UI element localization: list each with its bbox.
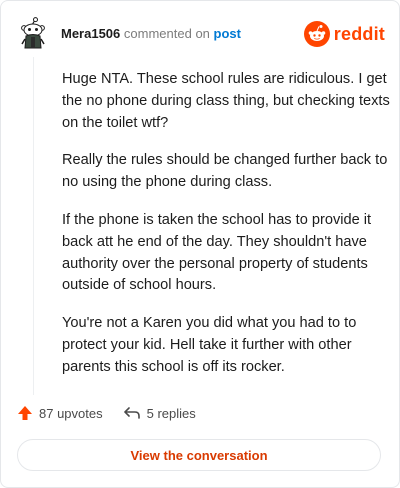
snoo-avatar-icon[interactable] — [17, 17, 49, 49]
reddit-brand[interactable]: reddit — [303, 21, 385, 47]
reply-label: 5 replies — [146, 405, 196, 421]
username[interactable]: Mera1506 — [61, 26, 120, 41]
action-text: commented on — [123, 26, 210, 41]
comment-body: Huge NTA. These school rules are ridicul… — [62, 69, 394, 395]
thread-line[interactable] — [33, 57, 34, 395]
upvote-count[interactable]: 87 upvotes — [17, 405, 103, 421]
upvote-arrow-icon — [18, 406, 32, 420]
reply-count[interactable]: 5 replies — [123, 405, 196, 421]
comment-card: Mera1506 commented on post reddit Huge N… — [0, 0, 400, 488]
comment-paragraph: Really the rules should be changed furth… — [62, 152, 388, 191]
comment-paragraph: If the phone is taken the school has to … — [62, 211, 372, 294]
upvote-label: 87 upvotes — [39, 405, 103, 421]
comment-footer: 87 upvotes 5 replies — [17, 405, 196, 421]
view-conversation-button[interactable]: View the conversation — [17, 439, 381, 471]
reply-arrow-icon — [123, 407, 140, 419]
comment-header: Mera1506 commented on post — [61, 26, 241, 42]
post-link[interactable]: post — [214, 26, 241, 41]
comment-paragraph: Huge NTA. These school rules are ridicul… — [62, 71, 390, 131]
comment-paragraph: You're not a Karen you did what you had … — [62, 315, 357, 375]
reddit-logo-icon — [303, 21, 330, 47]
brand-wordmark: reddit — [333, 23, 385, 44]
